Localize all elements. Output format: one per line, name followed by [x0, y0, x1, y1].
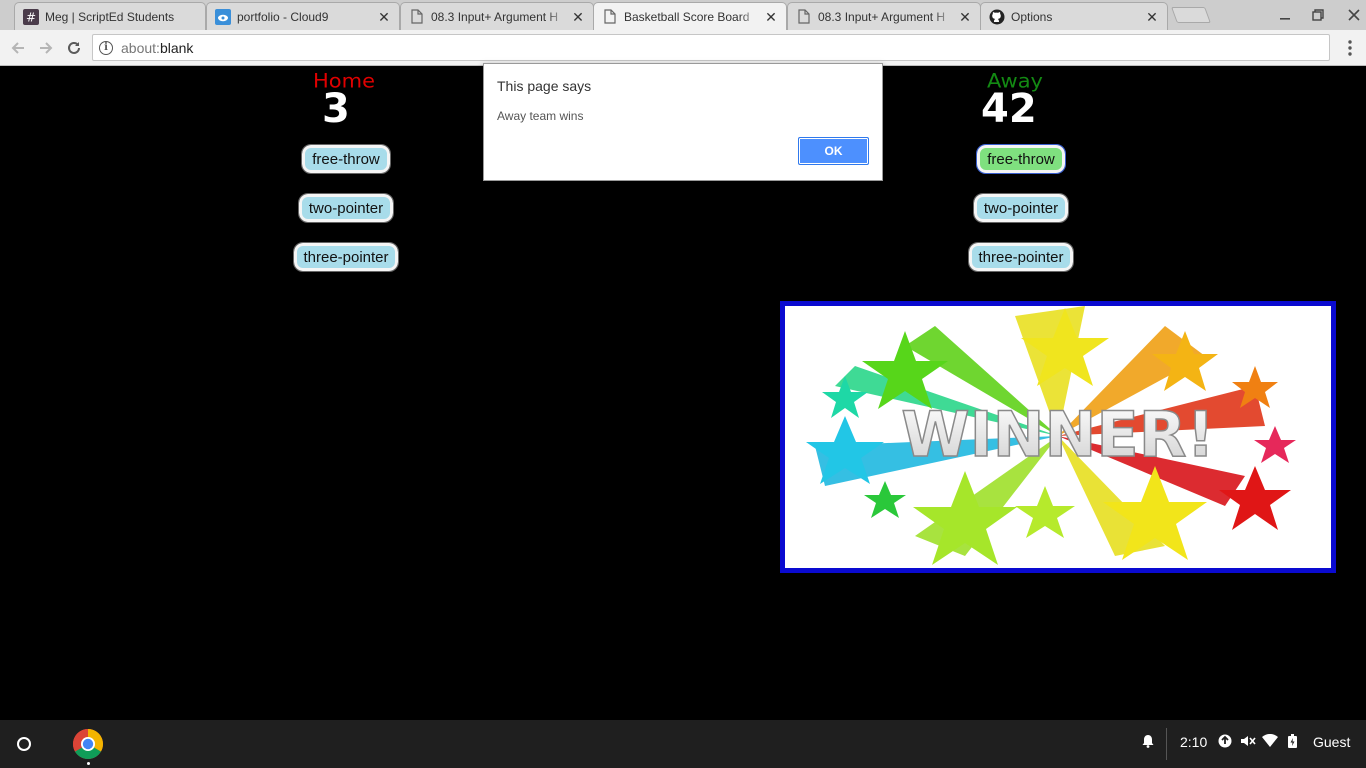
- battery-icon[interactable]: [1287, 734, 1297, 748]
- cloud9-icon: [215, 8, 231, 25]
- document-icon: [409, 9, 425, 25]
- forward-arrow-icon[interactable]: [34, 36, 58, 60]
- close-icon[interactable]: ✕: [571, 10, 585, 24]
- minimize-icon[interactable]: [1270, 0, 1300, 30]
- url-scheme: about:: [121, 39, 160, 56]
- url-host: blank: [159, 39, 194, 56]
- tab-title: 08.3 Input+ Argument H: [818, 9, 946, 24]
- tab-input-argument-2[interactable]: 08.3 Input+ Argument H ✕: [787, 2, 981, 30]
- ok-button[interactable]: OK: [798, 137, 869, 165]
- away-three-pointer-button[interactable]: three-pointer: [968, 242, 1074, 272]
- tab-input-argument-1[interactable]: 08.3 Input+ Argument H ✕: [400, 2, 594, 30]
- system-shelf: 2:10 Guest: [0, 720, 1366, 768]
- dialog-message: Away team wins: [497, 109, 584, 123]
- home-three-pointer-button[interactable]: three-pointer: [293, 242, 399, 272]
- wifi-icon[interactable]: [1262, 734, 1278, 747]
- document-icon: [602, 9, 618, 25]
- close-window-icon[interactable]: [1339, 0, 1366, 30]
- tray-divider: [1166, 728, 1167, 760]
- winner-text: WINNER!: [901, 398, 1215, 471]
- tab-title: Options: [1011, 9, 1053, 24]
- home-free-throw-button[interactable]: free-throw: [301, 144, 391, 174]
- slack-hash-icon: #: [23, 8, 39, 25]
- maximize-icon[interactable]: [1303, 0, 1333, 30]
- back-arrow-icon[interactable]: [6, 36, 30, 60]
- notification-bell-icon[interactable]: [1141, 734, 1155, 748]
- tab-strip: # Meg | ScriptEd Students portfolio - Cl…: [0, 0, 1366, 30]
- chrome-icon[interactable]: [72, 728, 104, 760]
- svg-text:#: #: [26, 10, 36, 24]
- away-score: 42: [981, 86, 1037, 132]
- tab-title: Basketball Score Board: [624, 9, 750, 24]
- document-icon: [796, 9, 812, 25]
- close-icon[interactable]: ✕: [958, 10, 972, 24]
- update-icon[interactable]: [1218, 734, 1232, 748]
- info-icon[interactable]: i: [99, 40, 113, 55]
- reload-icon[interactable]: [62, 36, 86, 60]
- alert-dialog: This page says Away team wins OK: [483, 63, 883, 181]
- away-two-pointer-button[interactable]: two-pointer: [973, 193, 1069, 223]
- close-icon[interactable]: ✕: [377, 10, 391, 24]
- mute-icon[interactable]: [1240, 734, 1256, 748]
- home-score: 3: [322, 86, 350, 132]
- tab-scripted-students[interactable]: # Meg | ScriptEd Students: [14, 2, 206, 30]
- clock-time[interactable]: 2:10: [1180, 734, 1207, 750]
- user-label[interactable]: Guest: [1313, 734, 1350, 750]
- tab-options[interactable]: Options ✕: [980, 2, 1168, 30]
- github-icon: [989, 9, 1005, 25]
- away-free-throw-button[interactable]: free-throw: [976, 144, 1066, 174]
- new-tab-button[interactable]: [1171, 7, 1211, 23]
- winner-image: WINNER!: [780, 301, 1336, 573]
- tab-title: Meg | ScriptEd Students: [45, 9, 175, 24]
- dialog-title: This page says: [497, 78, 592, 94]
- close-icon[interactable]: ✕: [764, 10, 778, 24]
- tab-title: 08.3 Input+ Argument H: [431, 9, 559, 24]
- close-icon[interactable]: ✕: [1145, 10, 1159, 24]
- browser-toolbar: i about: blank: [0, 30, 1366, 66]
- tab-basketball-score-board[interactable]: Basketball Score Board ✕: [593, 2, 787, 30]
- tab-cloud9[interactable]: portfolio - Cloud9 ✕: [206, 2, 400, 30]
- home-two-pointer-button[interactable]: two-pointer: [298, 193, 394, 223]
- tab-title: portfolio - Cloud9: [237, 9, 329, 24]
- address-bar[interactable]: i about: blank: [92, 34, 1330, 61]
- more-menu-icon[interactable]: [1342, 38, 1358, 58]
- running-indicator: [87, 762, 90, 765]
- launcher-icon[interactable]: [17, 737, 31, 751]
